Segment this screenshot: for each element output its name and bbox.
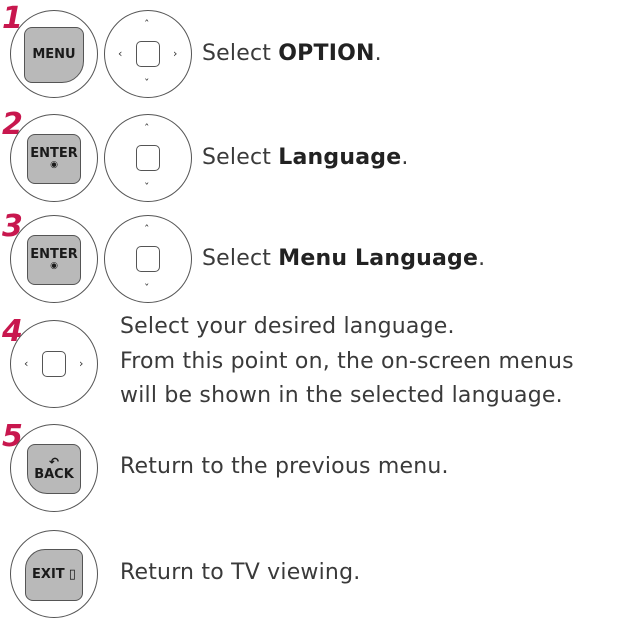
nav-ok-square[interactable] bbox=[136, 145, 160, 171]
enter-dot-icon: ◉ bbox=[50, 261, 58, 272]
nav-updown-circle-3: ˆ ˇ bbox=[104, 215, 192, 303]
step-4-line-1: Select your desired language. bbox=[120, 314, 455, 339]
left-arrow-icon[interactable]: ‹ bbox=[24, 358, 28, 369]
nav-ok-square[interactable] bbox=[42, 351, 66, 377]
menu-button-circle: MENU bbox=[10, 10, 98, 98]
enter-key[interactable]: ENTER ◉ bbox=[27, 235, 81, 285]
exit-key-label: EXIT ▯ bbox=[32, 567, 76, 583]
step-4-line-2: From this point on, the on-screen menus bbox=[120, 349, 574, 374]
step-1-text: Select OPTION. bbox=[202, 41, 382, 66]
nav-updown-circle-2: ˆ ˇ bbox=[104, 114, 192, 202]
up-arrow-icon[interactable]: ˆ bbox=[144, 123, 150, 134]
step-4-line-3: will be shown in the selected language. bbox=[120, 383, 563, 408]
step-3-text: Select Menu Language. bbox=[202, 246, 486, 271]
step-5-text: Return to the previous menu. bbox=[120, 454, 449, 479]
enter-key-label: ENTER bbox=[30, 146, 78, 162]
enter-button-circle-1: ENTER ◉ bbox=[10, 114, 98, 202]
down-arrow-icon[interactable]: ˇ bbox=[144, 78, 150, 89]
menu-key-label: MENU bbox=[32, 47, 76, 63]
left-arrow-icon[interactable]: ‹ bbox=[118, 48, 122, 59]
enter-key-label: ENTER bbox=[30, 247, 78, 263]
step-2-text: Select Language. bbox=[202, 145, 409, 170]
exit-text: Return to TV viewing. bbox=[120, 560, 361, 585]
enter-button-circle-2: ENTER ◉ bbox=[10, 215, 98, 303]
up-arrow-icon[interactable]: ˆ bbox=[144, 19, 150, 30]
menu-key[interactable]: MENU bbox=[24, 27, 84, 83]
back-key[interactable]: ↶ BACK bbox=[27, 444, 81, 494]
up-arrow-icon[interactable]: ˆ bbox=[144, 224, 150, 235]
nav-leftright-circle-4: ‹ › bbox=[10, 320, 98, 408]
back-button-circle: ↶ BACK bbox=[10, 424, 98, 512]
exit-key[interactable]: EXIT ▯ bbox=[25, 549, 83, 601]
enter-dot-icon: ◉ bbox=[50, 160, 58, 171]
nav-ok-square[interactable] bbox=[136, 41, 160, 67]
back-key-label: BACK bbox=[34, 467, 74, 483]
nav-ok-square[interactable] bbox=[136, 246, 160, 272]
enter-key[interactable]: ENTER ◉ bbox=[27, 134, 81, 184]
down-arrow-icon[interactable]: ˇ bbox=[144, 182, 150, 193]
exit-button-circle: EXIT ▯ bbox=[10, 530, 98, 618]
right-arrow-icon[interactable]: › bbox=[79, 358, 83, 369]
down-arrow-icon[interactable]: ˇ bbox=[144, 283, 150, 294]
exit-door-icon: ▯ bbox=[64, 567, 76, 583]
nav-4way-circle-1: ˆ ˇ ‹ › bbox=[104, 10, 192, 98]
right-arrow-icon[interactable]: › bbox=[173, 48, 177, 59]
